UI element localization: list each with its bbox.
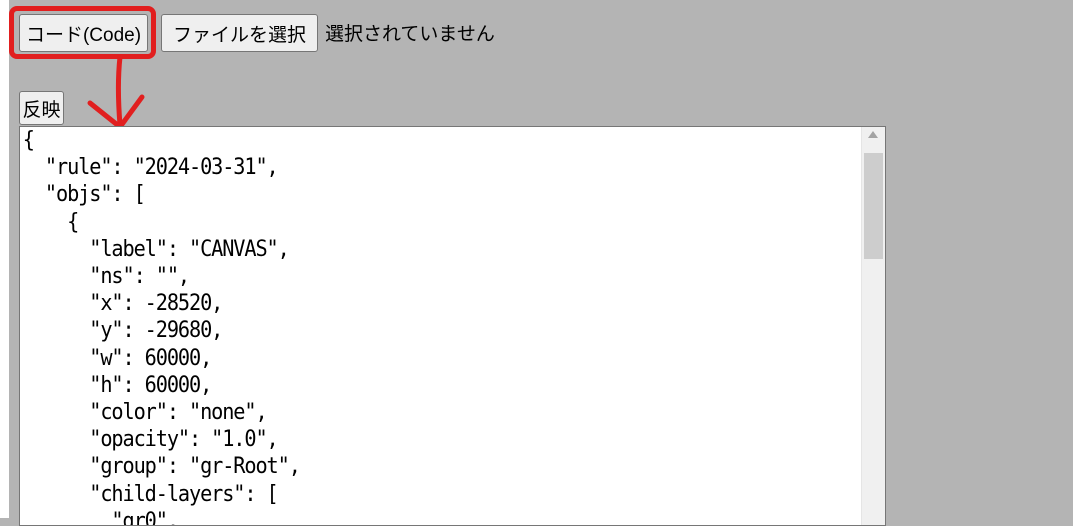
file-status-text: 選択されていません <box>325 23 495 45</box>
red-arrow-icon <box>87 55 145 130</box>
json-code-content: { "rule": "2024-03-31", "objs": [ { "lab… <box>22 128 301 526</box>
apply-button[interactable]: 反映 <box>19 91 64 125</box>
json-code-textarea[interactable]: { "rule": "2024-03-31", "objs": [ { "lab… <box>19 126 886 526</box>
vertical-scrollbar[interactable] <box>861 127 885 525</box>
code-button[interactable]: コード(Code) <box>19 14 148 52</box>
scroll-up-arrow-icon[interactable] <box>868 131 878 138</box>
choose-file-button[interactable]: ファイルを選択 <box>161 14 318 52</box>
left-edge-strip <box>0 0 9 518</box>
scrollbar-thumb[interactable] <box>864 153 883 259</box>
